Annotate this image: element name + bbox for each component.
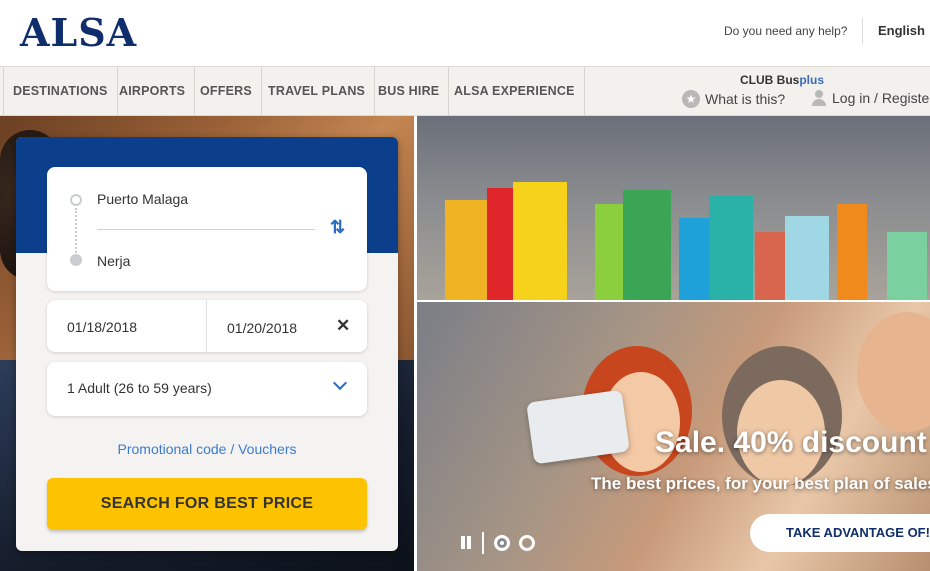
passengers-value: 1 Adult (26 to 59 years) [67, 380, 212, 396]
nav-offers[interactable]: OFFERS [191, 67, 262, 115]
slide-dot-2[interactable] [519, 535, 535, 551]
star-icon: ★ [682, 90, 700, 108]
bag-shape [887, 232, 927, 300]
nav-alsa-experience[interactable]: ALSA EXPERIENCE [445, 67, 585, 115]
take-advantage-button[interactable]: TAKE ADVANTAGE OF! [750, 514, 930, 552]
return-date-input[interactable]: 01/20/2018 [227, 320, 297, 336]
hero-title: Sale. 40% discount [655, 426, 927, 459]
date-selector: 01/18/2018 01/20/2018 ✕ [47, 300, 367, 352]
bag-shape [709, 196, 753, 300]
language-selector[interactable]: English [878, 23, 925, 38]
hero-subtitle: The best prices, for your best plan of s… [591, 474, 930, 493]
route-divider [97, 229, 315, 230]
nav-destinations[interactable]: DESTINATIONS [3, 67, 118, 115]
bag-shape [513, 182, 567, 300]
photo-shopping-bags[interactable] [417, 116, 930, 300]
bag-shape [785, 216, 829, 300]
phone-illustration [526, 389, 630, 465]
promo-code-link[interactable]: Promotional code / Vouchers [16, 441, 398, 457]
club-busplus-label: CLUB Busplus [740, 73, 824, 87]
top-header: ALSA Do you need any help? English [0, 0, 930, 66]
nav-bus-hire[interactable]: BUS HIRE [369, 67, 450, 115]
route-line-icon [75, 208, 77, 253]
passengers-select[interactable]: 1 Adult (26 to 59 years) [47, 362, 367, 416]
swap-icon[interactable]: ⇅ [330, 217, 345, 238]
bag-shape [595, 204, 625, 300]
alsa-logo[interactable]: ALSA [20, 10, 137, 55]
bag-shape [679, 218, 709, 300]
origin-marker-icon [70, 194, 82, 206]
nav-airports[interactable]: AIRPORTS [110, 67, 196, 115]
user-icon [812, 90, 826, 106]
bag-shape [445, 200, 491, 300]
search-widget: Puerto Malaga Nerja ⇅ 01/18/2018 01/20/2… [16, 137, 398, 551]
chevron-down-icon[interactable] [332, 375, 348, 391]
club-plus-label: plus [799, 73, 825, 87]
date-divider [206, 300, 207, 352]
clear-icon[interactable]: ✕ [336, 316, 350, 336]
destination-marker-icon [70, 254, 82, 266]
help-link[interactable]: Do you need any help? [724, 24, 847, 38]
search-button[interactable]: SEARCH FOR BEST PRICE [47, 478, 367, 530]
pause-icon[interactable] [459, 536, 473, 550]
bag-shape [837, 204, 867, 300]
nav-travel-plans[interactable]: TRAVEL PLANS [259, 67, 376, 115]
login-link[interactable]: Log in / Register [812, 90, 930, 106]
main-nav: DESTINATIONS AIRPORTS OFFERS TRAVEL PLAN… [0, 66, 930, 116]
person-face [857, 312, 930, 432]
what-is-this-label: What is this? [705, 91, 786, 107]
login-label: Log in / Register [832, 90, 930, 106]
departure-date-input[interactable]: 01/18/2018 [67, 319, 137, 335]
what-is-this-link[interactable]: ★ What is this? [682, 90, 785, 108]
bag-shape [623, 190, 671, 300]
route-selector: Puerto Malaga Nerja ⇅ [47, 167, 367, 291]
destination-input[interactable]: Nerja [97, 253, 130, 269]
slider-divider [482, 532, 484, 554]
origin-input[interactable]: Puerto Malaga [97, 191, 188, 207]
slide-dot-1[interactable] [494, 535, 510, 551]
club-label: CLUB Bus [740, 73, 800, 87]
header-divider [862, 18, 863, 44]
